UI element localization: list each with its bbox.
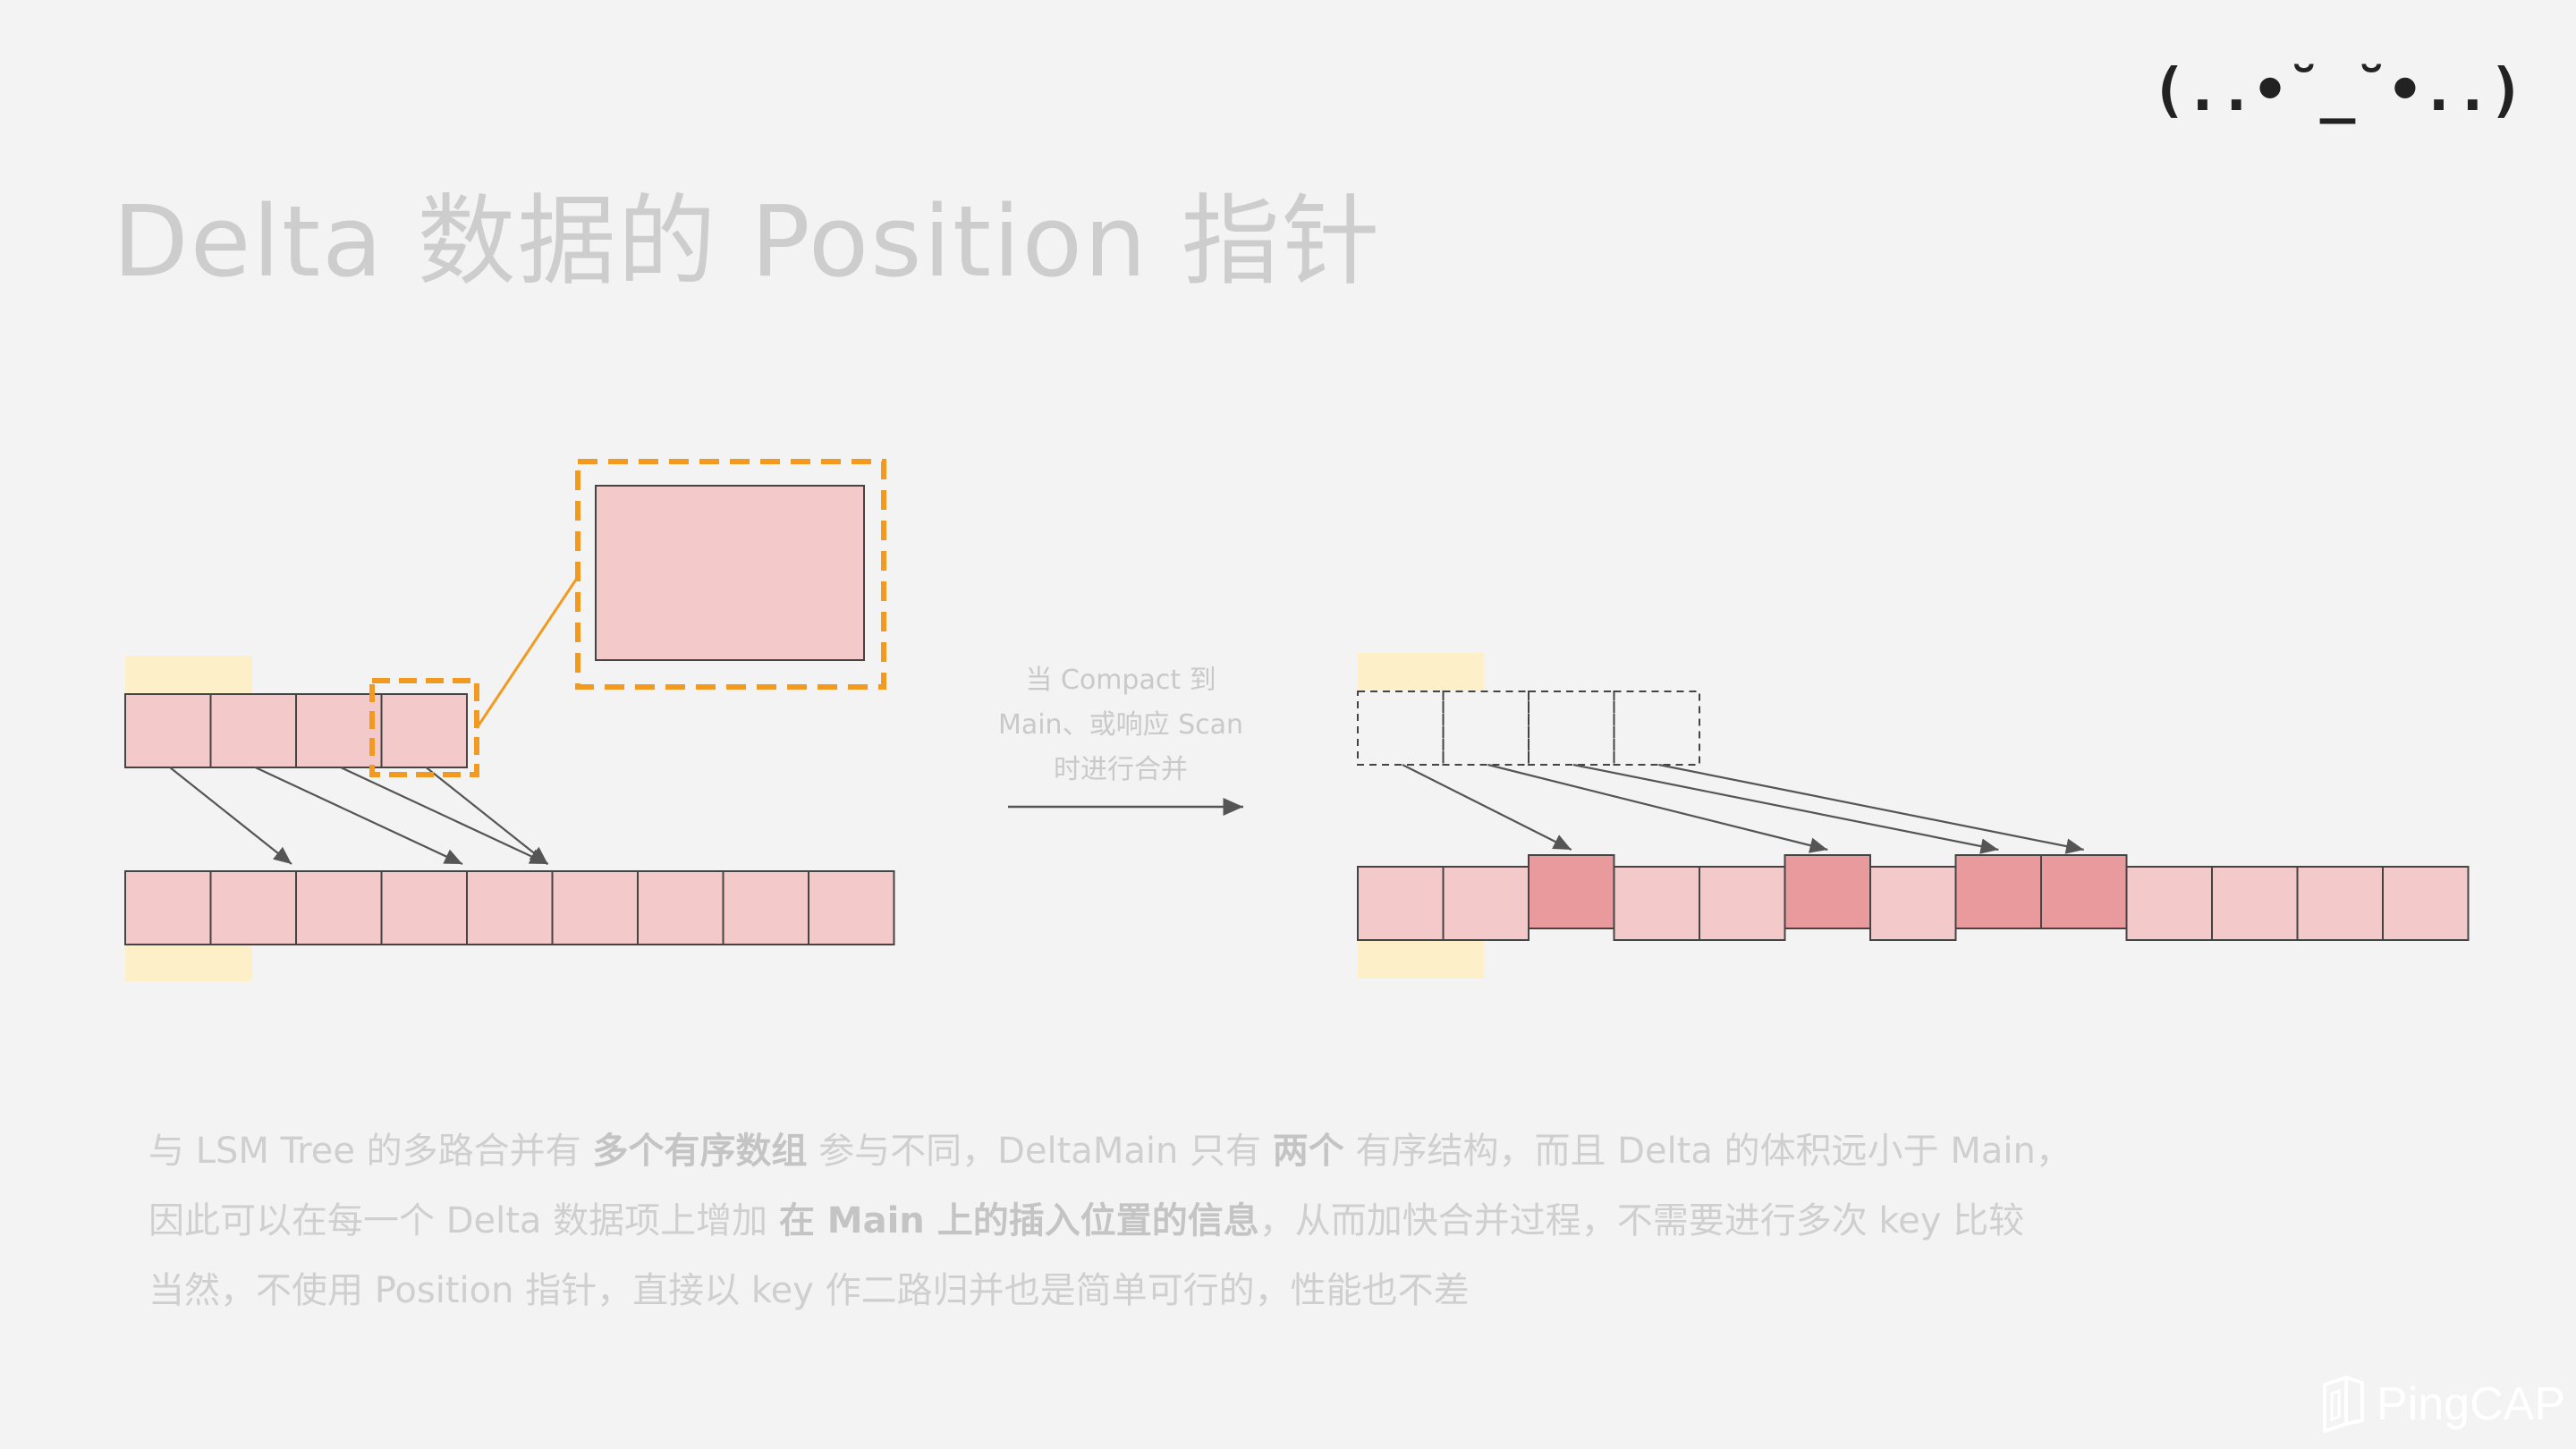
right-inserted-cell [1528,854,1615,929]
pingcap-logo-icon [2323,1376,2364,1433]
line1-bold-b: 多个有序数组 [592,1131,808,1172]
right-main-cell [2125,866,2213,941]
merge-arrow: 当 Compact 到 Main、或响应 Scan 时进行合并 [998,665,1243,816]
left-highlight-top [125,656,252,693]
right-main-cell [1869,866,1957,941]
right-highlight-top [1358,653,1484,691]
right-highlight-bottom [1358,941,1484,979]
left-main-cell [808,870,895,945]
right-delta-cell-empty [1357,691,1445,766]
left-delta-cell [124,693,212,768]
line1-bold-d: 两个 [1272,1131,1344,1172]
left-main-cell [209,870,297,945]
left-delta-array [124,693,468,768]
right-delta-array-merged [1357,691,1700,766]
left-delta-cell [380,693,468,768]
left-position-pointers [169,767,549,865]
right-delta-cell-empty [1442,691,1530,766]
pingcap-logo-text: PingCAP [2377,1378,2565,1430]
right-merged-array [1357,854,2470,941]
left-main-cell [466,870,554,945]
right-main-cell [1613,866,1700,941]
right-main-cell [2211,866,2299,941]
right-inserted-cell [1784,854,1871,929]
right-delta-cell-empty [1613,691,1700,766]
right-main-cell [2296,866,2384,941]
right-delta-cell-empty [1528,691,1615,766]
left-main-cell [551,870,639,945]
description-paragraph: 与 LSM Tree 的多路合并有 多个有序数组 参与不同，DeltaMain … [148,1116,2438,1326]
arrow-label-line-2: Main、或响应 Scan [998,709,1243,741]
arrow-label-line-3: 时进行合并 [1054,754,1188,785]
left-delta-cell [295,693,383,768]
left-main-cell [295,870,383,945]
right-pointer-arrow [1658,763,2084,854]
left-highlight-bottom [125,944,252,981]
line1-text-a: 与 LSM Tree 的多路合并有 [148,1131,593,1172]
right-main-cell [1442,866,1530,941]
right-inserted-cell [1954,854,2042,929]
line2-text-c: ，从而加快合并过程，不需要进行多次 key 比较 [1258,1200,2025,1241]
line2-bold-b: 在 Main 上的插入位置的信息 [778,1200,1259,1241]
line2-text-a: 因此可以在每一个 Delta 数据项上增加 [148,1200,779,1241]
right-pointer-arrow [1402,764,1572,851]
left-main-cell [124,870,212,945]
left-diagram [124,459,895,981]
left-pointer-arrow [255,767,463,865]
arrow-label-line-1: 当 Compact 到 [1025,665,1216,696]
line1-text-e: 有序结构，而且 Delta 的体积远小于 Main， [1343,1131,2072,1172]
pingcap-logo: PingCAP [2319,1376,2565,1433]
right-main-cell [1699,866,1786,941]
right-main-cell [2382,866,2470,941]
left-main-cell [380,870,468,945]
right-pointer-arrow [1487,763,1828,853]
left-pointer-arrow [169,767,292,865]
left-delta-cell [209,693,297,768]
description-line-1: 与 LSM Tree 的多路合并有 多个有序数组 参与不同，DeltaMain … [148,1116,2438,1186]
right-pointer-arrow [1572,763,1999,854]
line1-text-c: 参与不同，DeltaMain 只有 [807,1131,1273,1172]
left-main-array [124,870,895,945]
description-line-2: 因此可以在每一个 Delta 数据项上增加 在 Main 上的插入位置的信息，从… [148,1186,2438,1256]
left-main-cell [722,870,809,945]
description-line-3: 当然，不使用 Position 指针，直接以 key 作二路归并也是简单可行的，… [148,1270,1470,1311]
right-main-cell [1357,866,1445,941]
right-insert-pointers [1402,763,2084,854]
zoom-connector-line [475,576,580,729]
left-main-cell [637,870,724,945]
zoomed-delta-item [595,485,865,661]
right-diagram [1357,653,2470,979]
right-inserted-cell [2040,854,2128,929]
